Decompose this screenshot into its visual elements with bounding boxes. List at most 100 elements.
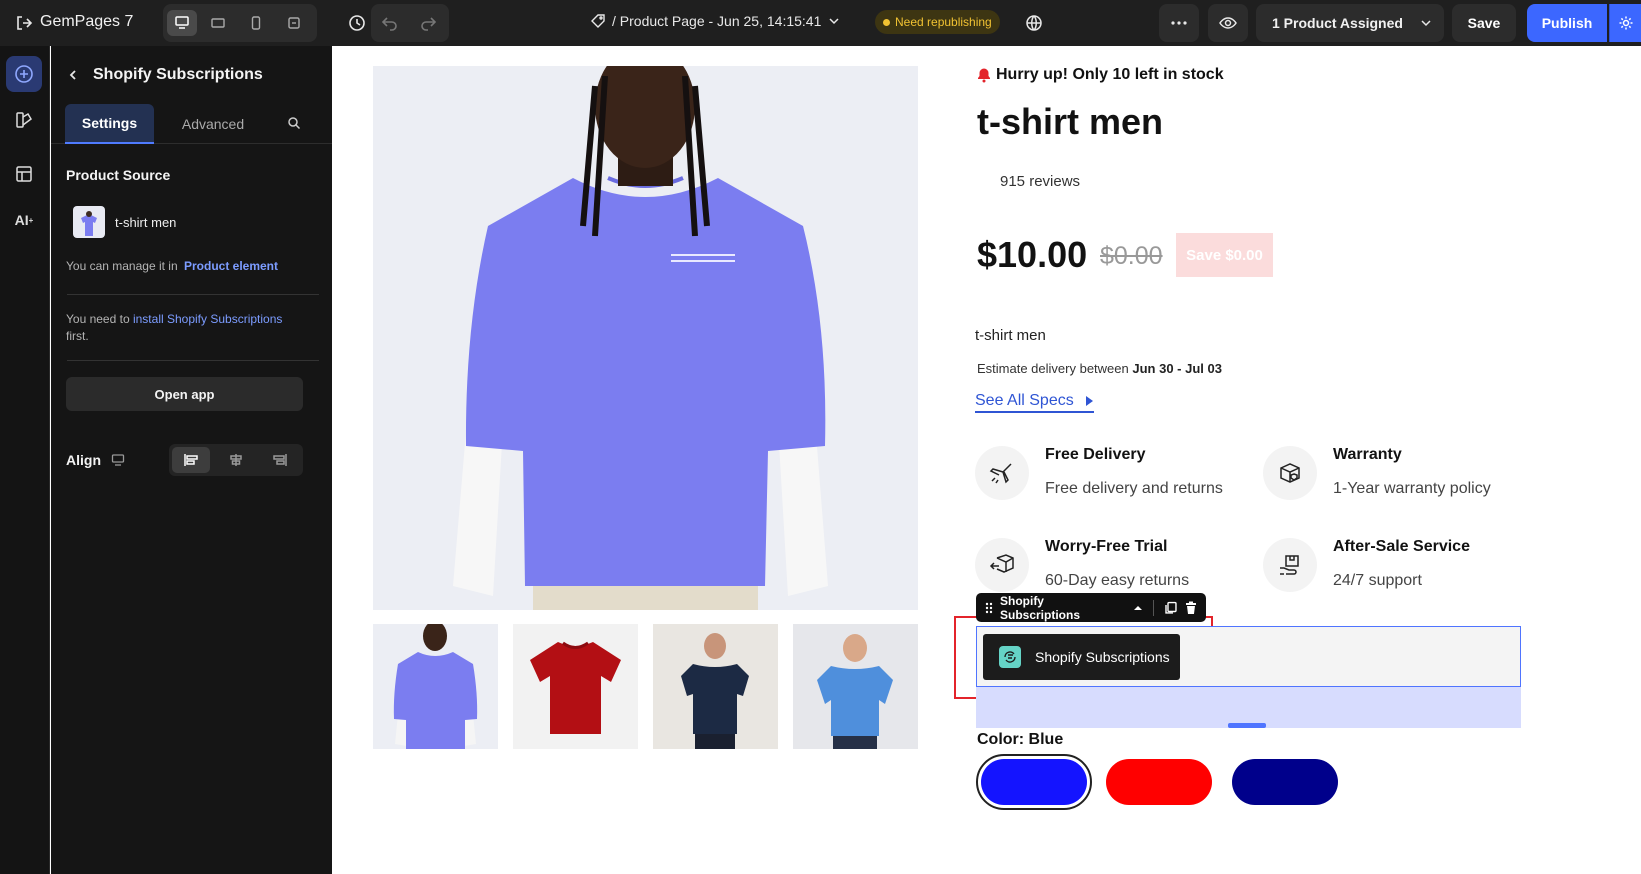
page-selector[interactable]: / Product Page - Jun 25, 14:15:41 [590,13,841,29]
tab-settings[interactable]: Settings [65,104,154,144]
ai-icon[interactable]: AI + [6,202,42,238]
tag-icon [591,14,605,28]
drop-zone [976,687,1521,728]
color-swatch-blue[interactable] [976,754,1092,810]
device-desktop-icon[interactable] [111,453,125,467]
responsive-icon[interactable] [279,10,309,36]
duplicate-icon[interactable] [1164,601,1178,615]
ellipsis-icon [1171,21,1187,25]
shopify-subscriptions-button[interactable]: Shopify Subscriptions [983,634,1180,680]
feature-subtitle: 24/7 support [1333,572,1422,589]
divider [67,360,319,361]
thumbnail-2[interactable] [513,624,638,749]
status-dot [883,18,890,26]
product-assigned-dropdown[interactable]: 1 Product Assigned [1256,4,1444,42]
laptop-icon[interactable] [203,10,233,36]
trash-icon[interactable] [1184,601,1198,615]
tab-advanced[interactable]: Advanced [169,104,257,144]
republish-label: Need republishing [895,15,992,29]
review-count[interactable]: 915 reviews [1000,173,1080,190]
color-swatch-red[interactable] [1106,759,1212,805]
undo-icon[interactable] [381,14,399,35]
align-left-icon[interactable] [172,447,210,473]
search-icon[interactable] [287,116,301,135]
color-label: Color: Blue [977,731,1064,748]
exit-icon[interactable] [14,13,34,33]
save-button[interactable]: Save [1452,4,1516,42]
desktop-icon[interactable] [167,10,197,36]
chevron-down-icon [829,18,839,25]
feature-title: Worry-Free Trial [1045,538,1168,555]
product-title: t-shirt men [977,101,1164,142]
resize-handle[interactable] [1228,723,1266,728]
align-center-icon[interactable] [217,447,255,473]
device-switcher [163,4,317,42]
product-source-name: t-shirt men [115,214,177,230]
divider [67,294,319,295]
element-toolbar-label[interactable]: Shopify Subscriptions [1000,594,1127,622]
settings-panel: Shopify Subscriptions Settings Advanced … [51,46,332,874]
chevron-left-icon[interactable] [67,69,79,81]
install-link[interactable]: install Shopify Subscriptions [133,312,282,326]
feature-free-delivery: Free Delivery Free delivery and returns [975,446,1235,506]
product-price: $10.00 [977,234,1088,275]
more-button[interactable] [1159,4,1199,42]
eye-icon [1219,17,1237,29]
feature-title: After-Sale Service [1333,538,1470,555]
stock-alert-text: Hurry up! Only 10 left in stock [996,66,1224,83]
add-element-icon[interactable] [6,56,42,92]
history-icon[interactable] [346,12,368,34]
thumbnail-4[interactable] [793,624,918,749]
caret-up-icon[interactable] [1133,603,1143,613]
align-right-icon[interactable] [261,447,299,473]
align-label: Align [66,452,101,468]
layout-icon[interactable] [6,156,42,192]
box-shield-icon [1263,446,1317,500]
color-swatch-navy[interactable] [1232,759,1338,805]
see-all-specs-link[interactable]: See All Specs [975,392,1094,413]
main-product-image[interactable] [373,66,918,610]
publish-settings-button[interactable] [1609,4,1641,42]
delivery-estimate: Estimate delivery between Jun 30 - Jul 0… [977,361,1222,376]
top-bar: GemPages 7 / Product Page - Jun 25, 14:1… [0,0,1641,46]
drag-handle-icon[interactable] [984,601,994,615]
open-app-button[interactable]: Open app [66,377,303,411]
feature-subtitle: Free delivery and returns [1045,480,1223,497]
panel-tabs: Settings Advanced [51,104,332,144]
page-title: / Product Page - Jun 25, 14:15:41 [612,13,822,29]
hand-box-icon [1263,538,1317,592]
product-source-label: Product Source [66,167,171,183]
plane-icon [975,446,1029,500]
stock-alert: Hurry up! Only 10 left in stock [976,66,1224,84]
subscriptions-app-icon [999,646,1021,668]
app-brand[interactable]: GemPages 7 [40,13,133,31]
install-prefix: You need to [66,312,130,326]
panel-header: Shopify Subscriptions [67,66,263,84]
triangle-right-icon [1085,396,1093,406]
product-element-link[interactable]: Product element [184,259,278,273]
undo-redo-group [371,4,449,42]
theme-icon[interactable] [6,102,42,138]
feature-title: Warranty [1333,446,1402,463]
install-note: You need to install Shopify Subscription… [66,311,306,345]
panel-title: Shopify Subscriptions [93,66,263,83]
mobile-icon[interactable] [241,10,271,36]
editor-canvas: Hurry up! Only 10 left in stock t-shirt … [332,46,1641,874]
thumbnail-1[interactable] [373,624,498,749]
preview-button[interactable] [1208,4,1248,42]
element-toolbar: Shopify Subscriptions [976,593,1206,622]
language-icon[interactable] [1023,12,1045,34]
feature-subtitle: 1-Year warranty policy [1333,480,1491,497]
chevron-down-icon [1421,20,1431,27]
redo-icon[interactable] [419,14,437,35]
compare-price: $0.00 [1100,242,1163,270]
feature-after-sale: After-Sale Service 24/7 support [1263,538,1523,598]
product-source-item[interactable]: t-shirt men [73,206,176,238]
bell-icon [978,68,990,83]
manage-note: You can manage it in Product element [66,258,278,275]
thumbnail-3[interactable] [653,624,778,749]
publish-button[interactable]: Publish [1527,4,1607,42]
align-row: Align [66,452,125,468]
return-box-icon [975,538,1029,592]
republish-badge: Need republishing [875,10,1000,34]
